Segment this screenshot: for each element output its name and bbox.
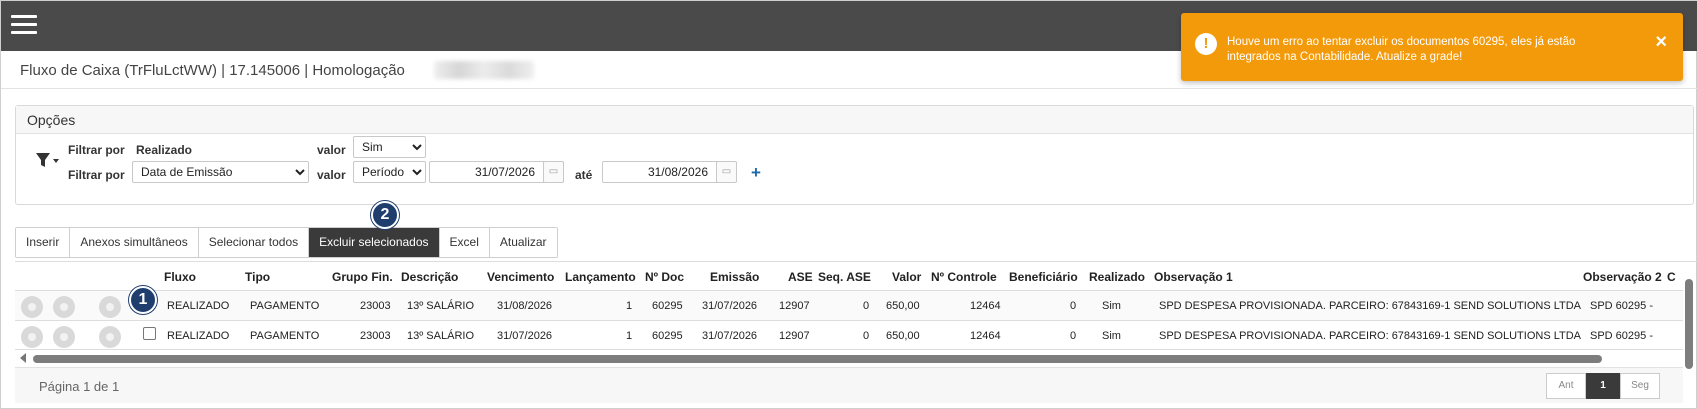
blurred-username: [434, 61, 534, 79]
filter1-value-select[interactable]: Sim: [353, 136, 426, 158]
column-header-vencimento[interactable]: Vencimento: [487, 270, 554, 284]
grid-toolbar: Inserir Anexos simultâneos Selecionar to…: [15, 227, 558, 258]
cell-tipo: PAGAMENTO: [250, 330, 320, 342]
grid-footer: Página 1 de 1 Ant 1 Seg: [15, 367, 1683, 403]
cell-valor: 650,00: [886, 330, 920, 342]
column-header-ase[interactable]: ASE: [788, 270, 813, 284]
cell-observacao-1: SPD DESPESA PROVISIONADA. PARCEIRO: 6784…: [1159, 330, 1582, 342]
page-info: Página 1 de 1: [39, 379, 120, 394]
next-page-button[interactable]: Seg: [1620, 373, 1660, 399]
edit-icon[interactable]: [53, 326, 75, 348]
cell-n-controle: 12464: [970, 300, 1001, 312]
cell-emissao: 31/07/2026: [702, 330, 758, 342]
filter1-label: Filtrar por: [68, 143, 125, 157]
attach-icon[interactable]: [99, 296, 121, 318]
current-page-button[interactable]: 1: [1586, 373, 1620, 399]
vertical-scrollbar[interactable]: [1685, 279, 1693, 369]
refresh-button[interactable]: Atualizar: [489, 228, 557, 257]
cell-ase: 12907: [779, 330, 810, 342]
cell-seq-ase: 0: [863, 300, 870, 312]
cell-observacao-1: SPD DESPESA PROVISIONADA. PARCEIRO: 6784…: [1159, 300, 1582, 312]
column-header-grupo[interactable]: Grupo Fin.: [332, 270, 393, 284]
cell-descricao: 13º SALÁRIO: [407, 330, 474, 342]
column-header-lancamento[interactable]: Lançamento: [565, 270, 636, 284]
options-title: Opções: [16, 106, 1693, 134]
add-filter-button[interactable]: +: [751, 163, 761, 183]
cell-valor: 650,00: [886, 300, 920, 312]
table-row[interactable]: REALIZADO PAGAMENTO 23003 13º SALÁRIO 31…: [15, 290, 1683, 320]
cell-emissao: 31/07/2026: [702, 300, 758, 312]
cell-realizado: Sim: [1102, 300, 1121, 312]
cell-ndoc: 60295: [652, 330, 683, 342]
column-header-seq-ase[interactable]: Seq. ASE: [818, 270, 871, 284]
filter2-valor-label: valor: [317, 168, 346, 182]
cell-beneficiario: 0: [1070, 330, 1077, 342]
column-header-fluxo[interactable]: Fluxo: [164, 270, 196, 284]
filter1-field: Realizado: [136, 143, 193, 157]
table-row[interactable]: REALIZADO PAGAMENTO 23003 13º SALÁRIO 31…: [15, 320, 1683, 350]
insert-button[interactable]: Inserir: [16, 228, 71, 257]
column-header-descricao[interactable]: Descrição: [401, 270, 458, 284]
edit-icon[interactable]: [53, 296, 75, 318]
view-icon[interactable]: [21, 296, 43, 318]
scroll-left-icon[interactable]: [20, 353, 26, 363]
column-header-valor[interactable]: Valor: [892, 270, 921, 284]
cell-tipo: PAGAMENTO: [250, 300, 320, 312]
cell-lancamento: 1: [626, 300, 633, 312]
toast-message: Houve um erro ao tentar excluir os docum…: [1227, 36, 1576, 63]
page-title: Fluxo de Caixa (TrFluLctWW) | 17.145006 …: [20, 62, 405, 79]
select-all-button[interactable]: Selecionar todos: [198, 228, 310, 257]
column-header-realizado[interactable]: Realizado: [1089, 270, 1145, 284]
column-header-n-controle[interactable]: Nº Controle: [931, 270, 997, 284]
cell-descricao: 13º SALÁRIO: [407, 300, 474, 312]
column-header-tipo[interactable]: Tipo: [245, 270, 270, 284]
filter1-valor-label: valor: [317, 143, 346, 157]
cell-seq-ase: 0: [863, 330, 870, 342]
cell-vencimento: 31/08/2026: [497, 300, 553, 312]
cell-fluxo: REALIZADO: [167, 330, 230, 342]
column-header-beneficiario[interactable]: Beneficiário: [1009, 270, 1078, 284]
filter-icon[interactable]: [34, 150, 60, 172]
ate-label: até: [575, 168, 593, 182]
cell-ase: 12907: [779, 300, 810, 312]
column-header-emissao[interactable]: Emissão: [710, 270, 759, 284]
data-grid: Fluxo Tipo Grupo Fin. Descrição Vencimen…: [15, 261, 1697, 361]
attach-icon[interactable]: [99, 326, 121, 348]
cell-beneficiario: 0: [1070, 300, 1077, 312]
column-header-ndoc[interactable]: Nº Doc: [645, 270, 684, 284]
filter2-field-select[interactable]: Data de Emissão: [132, 161, 309, 183]
view-icon[interactable]: [21, 326, 43, 348]
cell-realizado: Sim: [1102, 330, 1121, 342]
annotation-badge-1: 1: [129, 286, 157, 314]
hamburger-menu-icon[interactable]: [11, 15, 37, 35]
cell-lancamento: 1: [626, 330, 633, 342]
pager: Ant 1 Seg: [1546, 373, 1660, 399]
options-panel: Opções Filtrar por Realizado valor Sim F…: [15, 105, 1694, 205]
close-icon[interactable]: ×: [1655, 31, 1667, 54]
calendar-icon[interactable]: ▭: [543, 161, 564, 183]
cell-grupo: 23003: [360, 330, 391, 342]
column-header-observacao-1[interactable]: Observação 1: [1154, 270, 1233, 284]
cell-n-controle: 12464: [970, 330, 1001, 342]
attachments-button[interactable]: Anexos simultâneos: [70, 228, 199, 257]
calendar-icon[interactable]: ▭: [716, 161, 737, 183]
cell-fluxo: REALIZADO: [167, 300, 230, 312]
delete-selected-button[interactable]: Excluir selecionados: [309, 228, 440, 257]
error-toast: ! Houve um erro ao tentar excluir os doc…: [1181, 13, 1683, 81]
column-header-observacao-2[interactable]: Observação 2: [1583, 270, 1662, 284]
annotation-badge-2: 2: [371, 201, 399, 229]
cell-grupo: 23003: [360, 300, 391, 312]
alert-icon: !: [1195, 33, 1217, 55]
prev-page-button[interactable]: Ant: [1546, 373, 1586, 399]
cell-vencimento: 31/07/2026: [497, 330, 553, 342]
filter2-mode-select[interactable]: Período: [353, 161, 426, 183]
cell-observacao-2: SPD 60295 -: [1590, 330, 1653, 342]
excel-button[interactable]: Excel: [439, 228, 490, 257]
cell-observacao-2: SPD 60295 -: [1590, 300, 1653, 312]
filter2-label: Filtrar por: [68, 168, 125, 182]
horizontal-scrollbar[interactable]: [33, 355, 1602, 363]
column-header-more[interactable]: C: [1667, 270, 1676, 284]
row-checkbox[interactable]: [143, 327, 156, 340]
cell-ndoc: 60295: [652, 300, 683, 312]
